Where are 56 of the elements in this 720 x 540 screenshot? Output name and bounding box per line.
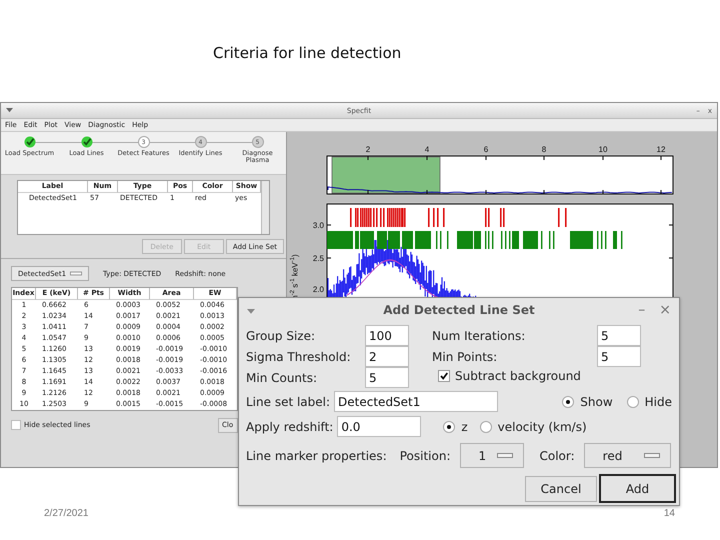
axis-tick-label: 10 bbox=[598, 145, 608, 154]
field-label: Position: bbox=[400, 448, 450, 462]
caret-icon[interactable] bbox=[6, 108, 13, 112]
dialog-title: Add Detected Line Set bbox=[383, 303, 535, 317]
axis-tick-label: 2.0 bbox=[312, 285, 324, 294]
dropdown-icon bbox=[496, 453, 512, 458]
axis-tick-label: 6 bbox=[484, 145, 488, 154]
overview-plot[interactable] bbox=[326, 156, 674, 194]
line-marker bbox=[350, 208, 352, 227]
field-label: Line set label: bbox=[246, 394, 330, 408]
line-marker bbox=[443, 208, 445, 227]
input-field[interactable]: 5 bbox=[597, 346, 641, 367]
axis-tick-label: 3.0 bbox=[312, 221, 324, 230]
window-control[interactable]: × bbox=[659, 302, 671, 318]
dropdown-icon bbox=[70, 271, 82, 276]
input-field[interactable]: 2 bbox=[365, 346, 409, 367]
field-label: Num Iterations: bbox=[432, 328, 526, 342]
field-label: Apply redshift: bbox=[246, 420, 334, 434]
color-dropdown[interactable]: red bbox=[584, 443, 671, 468]
slide-date: 2/27/2021 bbox=[44, 508, 88, 519]
radio-button[interactable]: Hide bbox=[626, 394, 672, 408]
axis-tick-label: 2.5 bbox=[312, 254, 324, 263]
slide-number: 14 bbox=[664, 508, 675, 519]
field-label: Group Size: bbox=[246, 328, 316, 342]
field-label: Min Counts: bbox=[246, 370, 318, 384]
input-field[interactable]: DetectedSet1 bbox=[334, 391, 498, 412]
field-label: Color: bbox=[540, 448, 575, 462]
field-label: Min Points: bbox=[432, 350, 498, 364]
input-field[interactable]: 100 bbox=[365, 325, 409, 346]
add-button[interactable]: Add bbox=[599, 474, 676, 503]
dropdown-icon bbox=[644, 453, 660, 458]
slide-title: Criteria for line detection bbox=[213, 44, 402, 62]
input-field[interactable]: 0.0 bbox=[337, 416, 422, 437]
field-label: Line marker properties: bbox=[246, 448, 387, 462]
axis-tick-label: 8 bbox=[542, 145, 546, 154]
window-control[interactable]: – bbox=[638, 302, 646, 318]
line-marker bbox=[558, 208, 560, 227]
line-marker bbox=[428, 208, 430, 227]
axis-tick-label: 2 bbox=[366, 145, 370, 154]
position-dropdown[interactable]: 1 bbox=[460, 443, 524, 468]
scrollbar[interactable] bbox=[261, 181, 269, 234]
axis-tick-label: 4 bbox=[424, 145, 430, 154]
input-field[interactable]: 5 bbox=[597, 325, 641, 346]
line-marker bbox=[437, 208, 439, 227]
radio-button[interactable]: velocity (km/s) bbox=[480, 420, 587, 434]
radio-button[interactable]: z bbox=[443, 420, 468, 434]
checkbox[interactable]: Subtract background bbox=[438, 369, 641, 383]
radio-button[interactable]: Show bbox=[562, 394, 613, 408]
check-icon bbox=[439, 371, 449, 381]
line-marker bbox=[565, 208, 567, 227]
line-marker bbox=[433, 208, 435, 227]
caret-icon[interactable] bbox=[247, 309, 255, 314]
axis-tick-label: 12 bbox=[656, 145, 666, 154]
cancel-button[interactable]: Cancel bbox=[525, 476, 597, 502]
input-field[interactable]: 5 bbox=[365, 367, 409, 388]
field-label: Sigma Threshold: bbox=[246, 350, 352, 364]
